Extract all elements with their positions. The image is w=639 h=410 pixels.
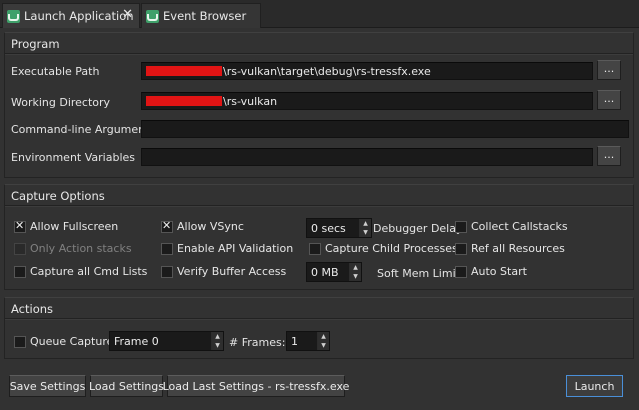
browse-working-directory-button[interactable]: ... <box>597 90 621 110</box>
capture-all-cmd-lists-label: Capture all Cmd Lists <box>30 265 148 278</box>
spin-arrows[interactable]: ▲ ▼ <box>349 263 361 281</box>
allow-vsync-label: Allow VSync <box>177 220 244 233</box>
actions-group: Actions Queue Capture Frame 0 ▲ ▼ # Fram… <box>4 297 634 359</box>
working-directory-value: \rs-vulkan <box>223 94 278 108</box>
tab-event-browser[interactable]: Event Browser <box>141 3 261 28</box>
save-settings-button[interactable]: Save Settings <box>9 375 86 397</box>
spin-up-icon[interactable]: ▲ <box>318 332 329 341</box>
spin-down-icon[interactable]: ▼ <box>360 228 371 237</box>
checkbox-box <box>14 265 26 278</box>
divider <box>5 53 633 55</box>
soft-mem-limit-spinbox[interactable]: 0 MB ▲ ▼ <box>306 262 362 282</box>
debugger-delay-spinbox[interactable]: 0 secs ▲ ▼ <box>306 218 372 238</box>
checkbox-box <box>14 219 26 233</box>
verify-buffer-access-checkbox[interactable]: Verify Buffer Access <box>161 265 286 278</box>
divider <box>5 205 633 207</box>
checkbox-box <box>455 220 467 233</box>
frames-count-spinbox[interactable]: 1 ▲ ▼ <box>286 331 330 351</box>
spin-down-icon[interactable]: ▼ <box>318 341 329 350</box>
executable-path-input[interactable]: \rs-vulkan\target\debug\rs-tressfx.exe <box>141 62 593 80</box>
load-last-settings-button[interactable]: Load Last Settings - rs-tressfx.exe <box>163 375 349 397</box>
executable-path-label: Executable Path <box>11 65 100 78</box>
working-directory-input[interactable]: \rs-vulkan <box>141 92 593 110</box>
capture-options-group: Capture Options Allow Fullscreen Allow V… <box>4 184 634 290</box>
collect-callstacks-label: Collect Callstacks <box>471 220 568 233</box>
capture-options-title: Capture Options <box>11 189 105 203</box>
spin-up-icon[interactable]: ▲ <box>350 263 361 272</box>
frame-value: Frame 0 <box>114 334 159 348</box>
capture-all-cmd-lists-checkbox[interactable]: Capture all Cmd Lists <box>14 265 147 278</box>
spin-up-icon[interactable]: ▲ <box>360 219 371 228</box>
environment-variables-label: Environment Variables <box>11 151 136 164</box>
enable-api-validation-checkbox[interactable]: Enable API Validation <box>161 242 293 255</box>
queue-capture-checkbox[interactable]: Queue Capture <box>14 335 113 348</box>
checkbox-box <box>455 265 467 278</box>
renderdoc-app-icon <box>7 9 20 23</box>
actions-title: Actions <box>11 302 54 316</box>
verify-buffer-access-label: Verify Buffer Access <box>177 265 287 278</box>
spin-up-icon[interactable]: ▲ <box>212 332 223 341</box>
tab-bar: Launch Application ✕ Event Browser <box>0 0 639 28</box>
program-group-title: Program <box>11 37 60 51</box>
renderdoc-app-icon <box>146 9 159 23</box>
command-line-arguments-input[interactable] <box>141 120 629 138</box>
checkbox-box <box>455 242 467 255</box>
auto-start-label: Auto Start <box>471 265 527 278</box>
executable-path-value: \rs-vulkan\target\debug\rs-tressfx.exe <box>223 64 431 78</box>
browse-executable-button[interactable]: ... <box>597 60 621 80</box>
checkbox-box <box>14 335 26 348</box>
redacted-region <box>146 66 222 76</box>
allow-fullscreen-checkbox[interactable]: Allow Fullscreen <box>14 219 119 233</box>
frame-spinbox[interactable]: Frame 0 ▲ ▼ <box>109 331 224 351</box>
collect-callstacks-checkbox[interactable]: Collect Callstacks <box>455 220 568 233</box>
frames-count-value: 1 <box>291 334 298 348</box>
ref-all-resources-checkbox[interactable]: Ref all Resources <box>455 242 565 255</box>
command-line-arguments-label: Command-line Arguments <box>11 123 156 136</box>
spin-down-icon[interactable]: ▼ <box>212 341 223 350</box>
spin-arrows[interactable]: ▲ ▼ <box>211 332 223 350</box>
checkbox-box <box>161 265 173 278</box>
frames-label: # Frames: <box>229 336 286 349</box>
working-directory-label: Working Directory <box>11 96 111 109</box>
debugger-delay-label: Debugger Delay <box>373 222 463 235</box>
only-action-stacks-checkbox[interactable]: Only Action stacks <box>14 242 132 255</box>
environment-variables-input[interactable] <box>141 148 593 166</box>
only-action-stacks-label: Only Action stacks <box>30 242 132 255</box>
allow-fullscreen-label: Allow Fullscreen <box>30 220 119 233</box>
tab-launch-application[interactable]: Launch Application ✕ <box>2 3 140 28</box>
load-settings-button[interactable]: Load Settings <box>89 375 164 397</box>
divider <box>5 318 633 320</box>
enable-api-validation-label: Enable API Validation <box>177 242 294 255</box>
auto-start-checkbox[interactable]: Auto Start <box>455 265 527 278</box>
spin-down-icon[interactable]: ▼ <box>350 272 361 281</box>
program-group: Program Executable Path \rs-vulkan\targe… <box>4 32 634 178</box>
checkbox-box <box>161 242 173 255</box>
checkbox-box <box>309 242 321 255</box>
checkbox-box <box>161 219 173 233</box>
browse-environment-button[interactable]: ... <box>597 146 621 166</box>
tab-label: Launch Application <box>24 9 134 23</box>
close-icon[interactable]: ✕ <box>122 7 133 22</box>
capture-child-processes-checkbox[interactable]: Capture Child Processes <box>309 242 458 255</box>
soft-mem-limit-value: 0 MB <box>311 265 339 279</box>
soft-mem-limit-label: Soft Mem Limit <box>377 267 460 280</box>
redacted-region <box>146 96 222 106</box>
debugger-delay-value: 0 secs <box>311 221 346 235</box>
capture-child-processes-label: Capture Child Processes <box>325 242 458 255</box>
spin-arrows[interactable]: ▲ ▼ <box>317 332 329 350</box>
tab-label: Event Browser <box>163 9 247 23</box>
queue-capture-label: Queue Capture <box>30 335 114 348</box>
launch-button[interactable]: Launch <box>566 375 623 397</box>
spin-arrows[interactable]: ▲ ▼ <box>359 219 371 237</box>
ref-all-resources-label: Ref all Resources <box>471 242 565 255</box>
checkbox-box <box>14 242 26 255</box>
allow-vsync-checkbox[interactable]: Allow VSync <box>161 219 244 233</box>
